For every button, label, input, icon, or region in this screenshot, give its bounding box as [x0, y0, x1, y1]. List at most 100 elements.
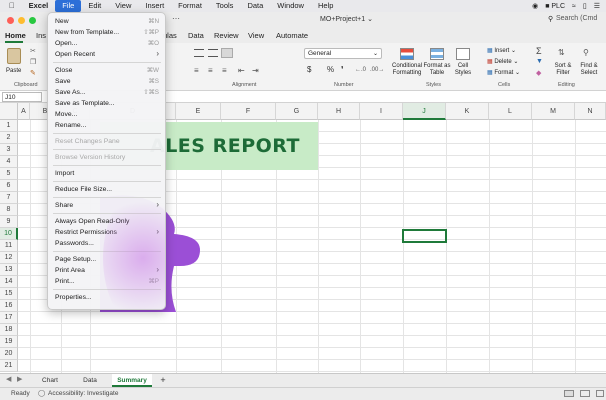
- comma-button[interactable]: ❜: [341, 65, 344, 74]
- menu-tools[interactable]: Tools: [209, 0, 241, 12]
- menu-view[interactable]: View: [108, 0, 138, 12]
- format-as-table-button[interactable]: Format as Table: [423, 63, 451, 76]
- insert-cells-button[interactable]: ▦ Insert ⌄: [487, 47, 516, 54]
- menu-item-open-recent[interactable]: Open Recent ›: [55, 49, 159, 60]
- row-header-19[interactable]: 19: [0, 336, 18, 348]
- row-header-21[interactable]: 21: [0, 360, 18, 372]
- sort-filter-icon[interactable]: ⇅: [558, 48, 565, 57]
- format-as-table-icon[interactable]: [430, 48, 444, 60]
- find-icon[interactable]: ⚲: [583, 48, 589, 57]
- menu-item-rename[interactable]: Rename...: [55, 120, 159, 131]
- select-all-corner[interactable]: [0, 103, 18, 120]
- minimize-window-icon[interactable]: [18, 17, 25, 24]
- menu-item-save-as-template[interactable]: Save as Template...: [55, 98, 159, 109]
- close-window-icon[interactable]: [7, 17, 14, 24]
- menu-item-move[interactable]: Move...: [55, 109, 159, 120]
- tab-home[interactable]: Home: [5, 31, 26, 40]
- tab-insert[interactable]: Ins: [36, 31, 46, 40]
- page-layout-view-icon[interactable]: [580, 390, 590, 397]
- row-header-4[interactable]: 4: [0, 156, 18, 168]
- row-header-6[interactable]: 6: [0, 180, 18, 192]
- row-header-7[interactable]: 7: [0, 192, 18, 204]
- row-header-13[interactable]: 13: [0, 264, 18, 276]
- row-header-18[interactable]: 18: [0, 324, 18, 336]
- menu-format[interactable]: Format: [171, 0, 209, 12]
- row-header-20[interactable]: 20: [0, 348, 18, 360]
- page-break-view-icon[interactable]: [596, 390, 604, 397]
- sheet-tab-data[interactable]: Data: [74, 374, 106, 387]
- row-header-15[interactable]: 15: [0, 288, 18, 300]
- row-header-10[interactable]: 10: [0, 228, 18, 240]
- column-header-m[interactable]: M: [532, 103, 575, 120]
- row-header-17[interactable]: 17: [0, 312, 18, 324]
- percent-button[interactable]: %: [327, 65, 334, 74]
- decrease-decimal-icon[interactable]: .00→: [370, 67, 384, 73]
- increase-indent-icon[interactable]: ⇥: [252, 66, 259, 75]
- fill-icon[interactable]: ▼: [536, 58, 543, 65]
- row-header-3[interactable]: 3: [0, 144, 18, 156]
- more-icon[interactable]: ⋯: [172, 14, 180, 23]
- conditional-formatting-icon[interactable]: [400, 48, 414, 60]
- accessibility-icon[interactable]: ◯: [38, 388, 45, 400]
- align-bottom-icon[interactable]: [221, 48, 233, 58]
- menu-window[interactable]: Window: [270, 0, 311, 12]
- column-header-k[interactable]: K: [446, 103, 489, 120]
- add-sheet-button[interactable]: +: [156, 374, 170, 387]
- menu-file[interactable]: File: [55, 0, 82, 12]
- number-format-select[interactable]: General ⌄: [304, 48, 382, 59]
- find-select-button[interactable]: Find & Select: [577, 63, 601, 76]
- tab-review[interactable]: Review: [214, 31, 239, 40]
- row-header-9[interactable]: 9: [0, 216, 18, 228]
- menu-data[interactable]: Data: [240, 0, 270, 12]
- battery-icon[interactable]: ▯: [583, 2, 587, 10]
- accessibility-status[interactable]: Accessibility: Investigate: [48, 388, 118, 400]
- wifi-icon[interactable]: ≈: [572, 3, 576, 10]
- selected-cell-j10[interactable]: [402, 229, 447, 243]
- menu-item-new-from-template[interactable]: New from Template... ⇧⌘P: [55, 27, 159, 38]
- conditional-formatting-button[interactable]: Conditional Formatting: [390, 63, 424, 76]
- decrease-indent-icon[interactable]: ⇤: [238, 66, 245, 75]
- align-left-icon[interactable]: ≡: [194, 66, 204, 75]
- column-header-a[interactable]: A: [18, 103, 30, 120]
- currency-button[interactable]: $: [307, 65, 311, 74]
- paste-icon[interactable]: [7, 48, 21, 64]
- column-header-j[interactable]: J: [403, 103, 446, 120]
- row-header-11[interactable]: 11: [0, 240, 18, 252]
- row-header-5[interactable]: 5: [0, 168, 18, 180]
- menu-item-import[interactable]: Import: [55, 168, 159, 179]
- menu-help[interactable]: Help: [311, 0, 340, 12]
- column-header-h[interactable]: H: [318, 103, 360, 120]
- name-box[interactable]: J10: [2, 92, 42, 102]
- clear-icon[interactable]: ◆: [536, 69, 541, 77]
- cell-styles-button[interactable]: Cell Styles: [452, 63, 474, 76]
- align-center-icon[interactable]: ≡: [208, 66, 213, 75]
- align-top-icon[interactable]: [194, 49, 204, 57]
- document-title[interactable]: MO+Project+1 ⌄: [320, 15, 373, 23]
- row-header-2[interactable]: 2: [0, 132, 18, 144]
- sheet-tab-chart[interactable]: Chart: [34, 374, 66, 387]
- next-sheet-icon[interactable]: ▶: [17, 375, 22, 383]
- column-header-l[interactable]: L: [489, 103, 532, 120]
- menu-item-new[interactable]: New ⌘N: [55, 16, 159, 27]
- menu-edit[interactable]: Edit: [81, 0, 108, 12]
- align-right-icon[interactable]: ≡: [222, 66, 227, 75]
- menu-insert[interactable]: Insert: [138, 0, 171, 12]
- prev-sheet-icon[interactable]: ◀: [6, 375, 11, 383]
- column-header-f[interactable]: F: [221, 103, 276, 120]
- zoom-window-icon[interactable]: [29, 17, 36, 24]
- menu-excel[interactable]: Excel: [22, 0, 56, 12]
- tab-automate[interactable]: Automate: [276, 31, 308, 40]
- align-middle-icon[interactable]: [208, 49, 218, 57]
- row-header-12[interactable]: 12: [0, 252, 18, 264]
- format-painter-icon[interactable]: ✎: [30, 69, 36, 77]
- row-header-1[interactable]: 1: [0, 120, 18, 132]
- normal-view-icon[interactable]: [564, 390, 574, 397]
- cut-icon[interactable]: ✂: [30, 47, 36, 55]
- tab-view[interactable]: View: [248, 31, 264, 40]
- paste-button[interactable]: Paste: [6, 68, 21, 75]
- delete-cells-button[interactable]: ▦ Delete ⌄: [487, 58, 518, 65]
- menu-item-open[interactable]: Open... ⌘O: [55, 38, 159, 49]
- sheet-tab-summary[interactable]: Summary: [112, 374, 152, 387]
- row-header-8[interactable]: 8: [0, 204, 18, 216]
- search-input[interactable]: Search (Cmd: [556, 15, 597, 22]
